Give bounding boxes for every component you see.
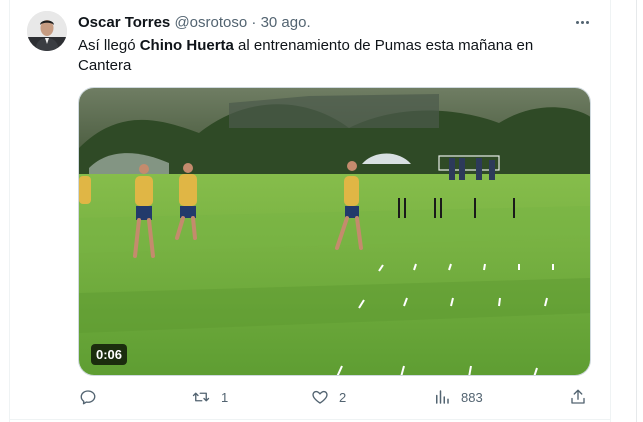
avatar-image [27, 11, 67, 51]
tweet-video[interactable]: 0:06 [78, 87, 591, 376]
views-count: 883 [461, 389, 483, 405]
views-chart-icon [436, 390, 449, 404]
views-button[interactable]: 883 [433, 388, 483, 406]
tweet-mention-bold: Chino Huerta [139, 37, 234, 54]
tweet-text: Así llegó Chino Huerta al entrenamiento … [78, 36, 558, 76]
author-handle[interactable]: @osrotoso [174, 14, 247, 31]
tweet-text-part: Así llegó [78, 37, 140, 54]
retweet-count: 1 [221, 389, 229, 405]
share-button[interactable] [569, 388, 587, 406]
side-panel-border [636, 0, 637, 422]
tweet-date[interactable]: 30 ago. [261, 14, 311, 31]
tweet-header: Oscar Torres @osrotoso · 30 ago. [78, 14, 311, 32]
card-border-left [9, 0, 10, 422]
retweet-button[interactable]: 1 [191, 388, 228, 406]
reply-button[interactable] [79, 388, 107, 406]
video-thumbnail [79, 88, 590, 375]
like-button[interactable]: 2 [311, 388, 346, 406]
video-duration-badge: 0:06 [91, 344, 128, 365]
like-count: 2 [339, 389, 347, 405]
header-separator: · [251, 14, 257, 31]
share-icon [571, 389, 585, 404]
retweet-icon [192, 392, 210, 402]
card-border-bottom [9, 419, 611, 420]
reply-icon [80, 390, 96, 405]
author-avatar[interactable] [27, 11, 67, 51]
more-options-button[interactable] [571, 12, 593, 32]
tweet-actions: 1 2 883 [0, 388, 643, 410]
heart-icon [312, 390, 328, 404]
more-horizontal-icon [575, 20, 589, 24]
author-name[interactable]: Oscar Torres [78, 14, 170, 31]
card-border-right [610, 0, 611, 422]
